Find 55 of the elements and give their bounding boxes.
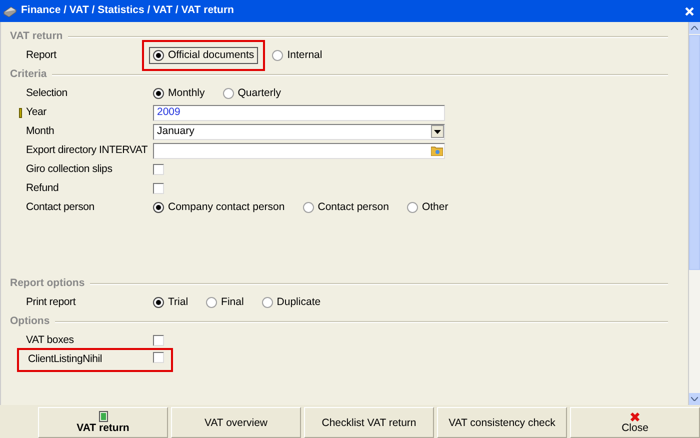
checkbox[interactable] xyxy=(153,352,164,363)
radio-option[interactable]: Contact person xyxy=(298,199,393,216)
month-dropdown[interactable]: January xyxy=(153,124,445,140)
radio-option[interactable]: Company contact person xyxy=(149,199,289,216)
checkbox[interactable] xyxy=(153,335,164,346)
radio-icon[interactable] xyxy=(153,297,164,308)
ledger-icon xyxy=(98,411,108,422)
window-title: Finance / VAT / Statistics / VAT / VAT return xyxy=(21,3,235,18)
section-title: VAT return xyxy=(10,28,63,44)
field-label: Selection xyxy=(26,86,68,101)
field-label: Contact person xyxy=(26,200,96,215)
radio-icon[interactable] xyxy=(153,88,164,99)
checkbox[interactable] xyxy=(153,183,164,194)
radio-option[interactable]: Other xyxy=(402,199,452,216)
app-icon xyxy=(3,5,17,17)
folder-icon[interactable] xyxy=(431,145,443,156)
toolbar-button[interactable]: VAT consistency check xyxy=(437,407,567,438)
radio-icon[interactable] xyxy=(262,297,273,308)
scroll-up-icon[interactable] xyxy=(691,26,698,30)
section-title: Criteria xyxy=(10,66,47,82)
scroll-down-icon[interactable] xyxy=(691,397,698,401)
radio-option[interactable]: Quarterly xyxy=(218,85,285,102)
radio-icon[interactable] xyxy=(153,202,164,213)
field-label: Year xyxy=(26,104,48,120)
scrollbar[interactable] xyxy=(688,22,700,405)
toolbar-button[interactable]: Checklist VAT return xyxy=(304,407,434,438)
toolbar-button[interactable]: Close xyxy=(570,407,700,438)
close-icon[interactable] xyxy=(685,6,694,16)
radio-option[interactable]: Trial xyxy=(149,294,192,311)
radio-icon[interactable] xyxy=(153,50,164,61)
field-label: Report xyxy=(26,48,58,63)
close-icon xyxy=(630,412,640,422)
toolbar-button[interactable]: VAT overview xyxy=(171,407,301,438)
radio-icon[interactable] xyxy=(222,88,234,99)
year-field[interactable]: 2009 xyxy=(153,104,445,120)
field-label: Refund xyxy=(26,180,60,196)
toolbar-button[interactable]: VAT return xyxy=(38,407,168,438)
radio-icon[interactable] xyxy=(406,202,418,213)
section-title: Report options xyxy=(10,276,85,291)
radio-option[interactable]: Duplicate xyxy=(258,294,325,311)
field-label: Giro collection slips xyxy=(26,162,114,177)
field-label: VAT boxes xyxy=(26,332,75,348)
radio-option[interactable]: Final xyxy=(202,294,248,311)
directory-field[interactable] xyxy=(153,142,445,158)
field-label: Export directory INTERVAT xyxy=(26,142,149,158)
radio-icon[interactable] xyxy=(302,202,314,213)
radio-option[interactable]: Internal xyxy=(268,47,326,64)
field-label: Print report xyxy=(26,294,77,310)
section-title: Options xyxy=(10,314,50,329)
field-label: Month xyxy=(26,124,56,139)
field-label: ClientListingNihil xyxy=(28,352,104,367)
radio-option[interactable]: Monthly xyxy=(149,85,209,102)
radio-icon[interactable] xyxy=(272,50,284,61)
radio-icon[interactable] xyxy=(206,297,218,308)
checkbox[interactable] xyxy=(153,164,164,175)
